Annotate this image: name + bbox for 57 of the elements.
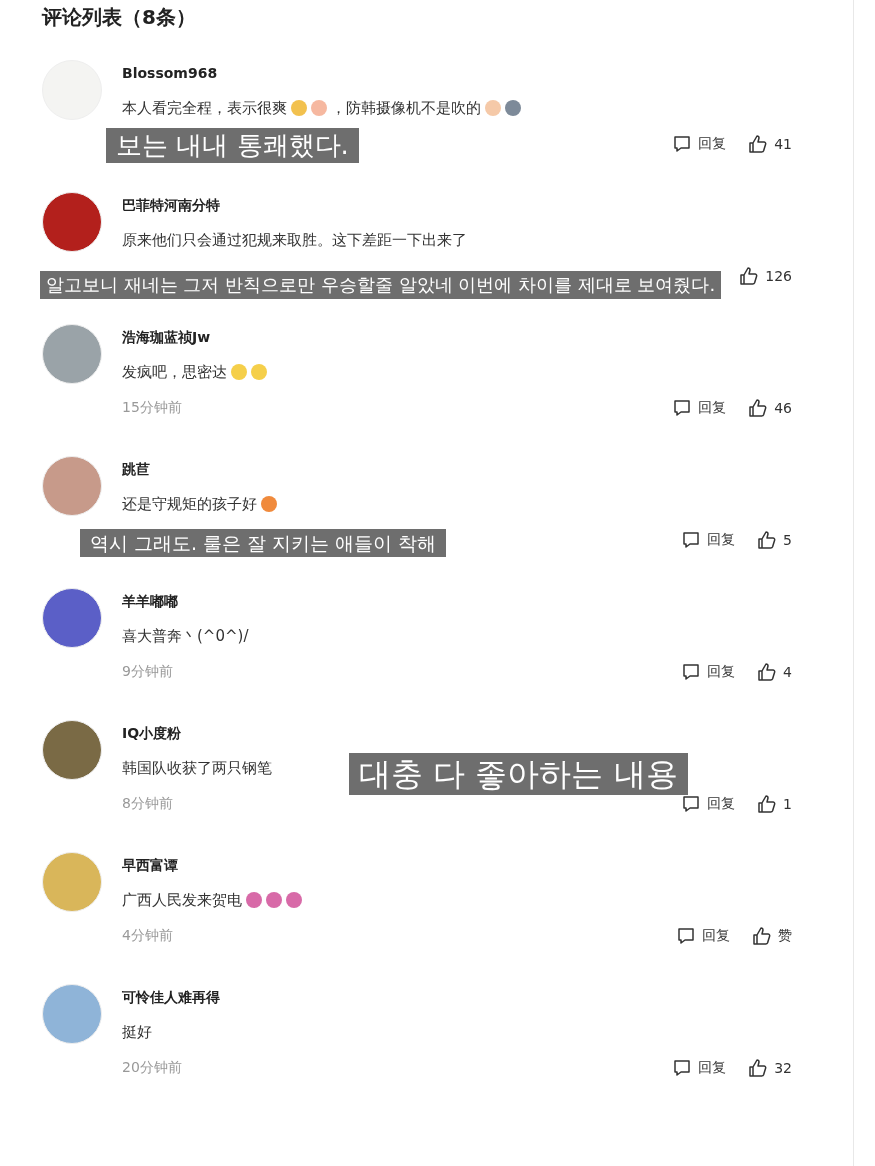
comment-icon	[681, 530, 702, 550]
comment-time: 8分钟前	[122, 795, 173, 813]
comment-text: 喜大普奔丶(^0^)/	[122, 626, 249, 646]
username[interactable]: 跳苣	[122, 460, 792, 478]
username[interactable]: 浩海珈蓝祯Jw	[122, 328, 792, 346]
like-button[interactable]: 4	[757, 662, 792, 682]
comment-text: 还是守规矩的孩子好	[122, 494, 257, 514]
reply-button[interactable]: 回复	[681, 530, 736, 550]
comment-text: 本人看完全程，表示很爽	[122, 98, 287, 118]
reply-button[interactable]: 回复	[672, 1058, 727, 1078]
thumbs-up-icon	[748, 398, 769, 418]
like-button[interactable]: 41	[748, 134, 792, 154]
thumbs-up-icon	[757, 794, 778, 814]
like-button[interactable]: 5	[757, 530, 792, 550]
username[interactable]: 巴菲特河南分特	[122, 196, 792, 214]
reply-button[interactable]: 回复	[672, 134, 727, 154]
comment-list-title: 评论列表（8条）	[42, 4, 197, 30]
username[interactable]: IQ小度粉	[122, 724, 792, 742]
like-button[interactable]: 46	[748, 398, 792, 418]
like-button[interactable]: 32	[748, 1058, 792, 1078]
username[interactable]: 可怜佳人难再得	[122, 988, 792, 1006]
thumbs-up-icon	[748, 1058, 769, 1078]
comment-time: 15分钟前	[122, 399, 182, 417]
comment-time: 20分钟前	[122, 1059, 182, 1077]
caption-overlay: 역시 그래도. 룰은 잘 지키는 애들이 착해	[80, 529, 447, 557]
thumbs-up-icon	[752, 926, 772, 946]
comment-text: ，防韩摄像机不是吹的	[331, 98, 481, 118]
reply-button[interactable]: 回复	[676, 926, 730, 946]
thumbs-up-icon	[757, 530, 778, 550]
reply-button[interactable]: 回复	[681, 794, 736, 814]
like-button[interactable]: 赞	[752, 926, 792, 946]
username[interactable]: 早西富谭	[122, 856, 792, 874]
like-button[interactable]: 1	[757, 794, 792, 814]
comment-icon	[672, 134, 693, 154]
comment-text: 挺好	[122, 1022, 152, 1042]
caption-overlay: 보는 내내 통쾌했다.	[106, 128, 359, 163]
like-button[interactable]: 126	[739, 266, 792, 286]
username[interactable]: 羊羊嘟嘟	[122, 592, 792, 610]
comment-time: 4分钟前	[122, 927, 173, 945]
comment-icon	[681, 794, 702, 814]
comment-icon	[672, 1058, 693, 1078]
comment-icon	[676, 926, 696, 946]
thumbs-up-icon	[748, 134, 769, 154]
username[interactable]: Blossom968	[122, 64, 792, 82]
thumbs-up-icon	[739, 266, 760, 286]
comment-text: 韩国队收获了两只钢笔	[122, 758, 272, 778]
comment-text: 原来他们只会通过犯规来取胜。这下差距一下出来了	[122, 230, 467, 250]
caption-overlay: 대충 다 좋아하는 내용	[349, 753, 688, 795]
comment-text: 发疯吧，思密达	[122, 362, 227, 382]
comment-icon	[672, 398, 693, 418]
comment-time: 9分钟前	[122, 663, 173, 681]
comment-icon	[681, 662, 702, 682]
reply-button[interactable]: 回复	[672, 398, 727, 418]
thumbs-up-icon	[757, 662, 778, 682]
caption-overlay: 알고보니 재네는 그저 반칙으로만 우승할줄 알았네 이번에 차이를 제대로 보여줬다.	[40, 271, 722, 299]
reply-button[interactable]: 回复	[681, 662, 736, 682]
comment-text: 广西人民发来贺电	[122, 890, 242, 910]
